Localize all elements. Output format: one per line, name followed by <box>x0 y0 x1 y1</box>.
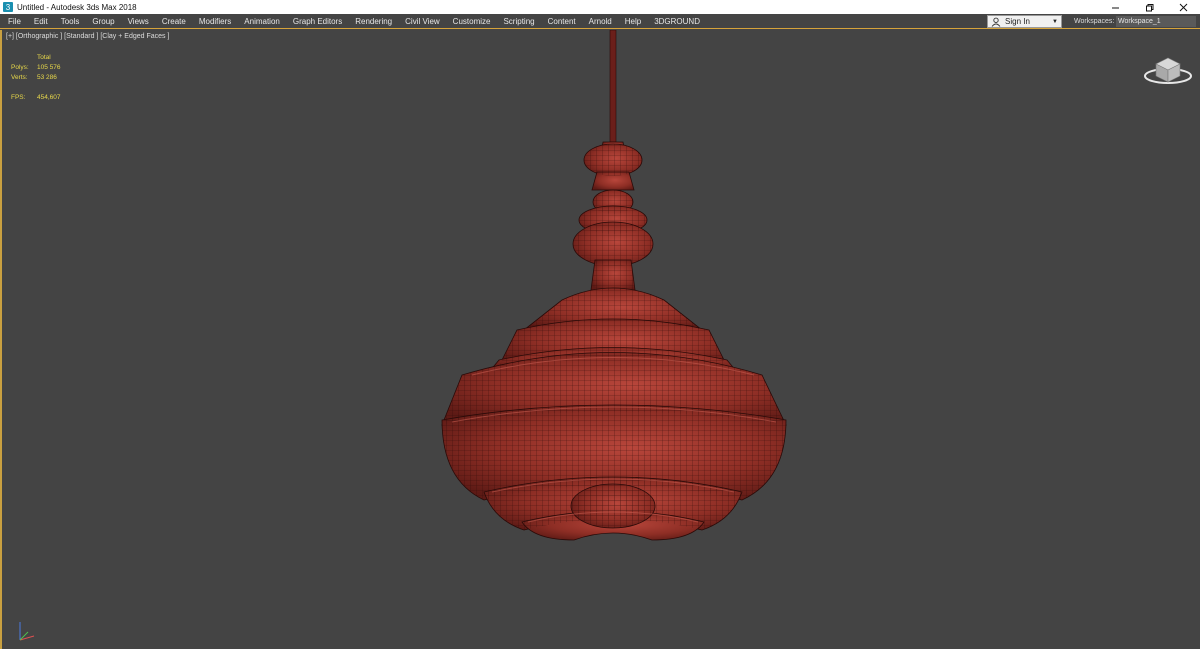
polys-label: Polys: <box>11 64 29 71</box>
viewport-label[interactable]: [+] [Orthographic ] [Standard ] [Clay + … <box>6 33 169 40</box>
minimize-icon <box>1111 7 1119 8</box>
menu-animation[interactable]: Animation <box>238 14 287 29</box>
menu-arnold[interactable]: Arnold <box>582 14 618 29</box>
polys-value: 105 576 <box>37 64 61 71</box>
title-bar: 3 Untitled - Autodesk 3ds Max 2018 <box>0 0 1200 14</box>
restore-icon <box>1145 3 1153 11</box>
menu-help[interactable]: Help <box>618 14 647 29</box>
close-button[interactable] <box>1166 0 1200 14</box>
viewcube-icon[interactable] <box>1142 50 1194 88</box>
menu-tools[interactable]: Tools <box>54 14 86 29</box>
window-title: Untitled - Autodesk 3ds Max 2018 <box>17 2 137 12</box>
menu-3dground[interactable]: 3DGROUND <box>648 14 707 29</box>
menu-graph-editors[interactable]: Graph Editors <box>286 14 348 29</box>
workspaces-select[interactable]: Workspace_1 <box>1116 16 1196 27</box>
menu-views[interactable]: Views <box>121 14 155 29</box>
menu-bar: File Edit Tools Group Views Create Modif… <box>0 14 1200 29</box>
verts-label: Verts: <box>11 74 28 81</box>
minimize-button[interactable] <box>1098 0 1132 14</box>
chevron-down-icon: ▼ <box>1052 18 1058 25</box>
axis-tripod-icon <box>19 622 35 641</box>
pendant-lamp-model[interactable] <box>2 30 1200 649</box>
menu-file[interactable]: File <box>0 14 27 29</box>
restore-button[interactable] <box>1132 0 1166 14</box>
fps-value: 454,607 <box>37 94 61 101</box>
menu-scripting[interactable]: Scripting <box>497 14 541 29</box>
close-icon <box>1179 3 1187 11</box>
menu-customize[interactable]: Customize <box>446 14 497 29</box>
svg-text:3: 3 <box>6 3 11 12</box>
window-controls <box>1098 0 1200 14</box>
sign-in-dropdown[interactable]: Sign In ▼ <box>987 15 1062 28</box>
menu-civil-view[interactable]: Civil View <box>399 14 447 29</box>
menu-create[interactable]: Create <box>155 14 192 29</box>
sign-in-label: Sign In <box>1005 17 1030 26</box>
workspaces-label: Workspaces: <box>1074 18 1115 25</box>
viewport[interactable]: [+] [Orthographic ] [Standard ] [Clay + … <box>0 30 1200 649</box>
3dsmax-app-icon: 3 <box>3 2 13 12</box>
menu-content[interactable]: Content <box>541 14 582 29</box>
verts-value: 53 286 <box>37 74 57 81</box>
fps-label: FPS: <box>11 94 26 101</box>
stats-header: Total <box>37 54 51 61</box>
statistics-overlay: Total Polys: 105 576 Verts: 53 286 FPS: 454… <box>11 53 61 103</box>
menu-rendering[interactable]: Rendering <box>349 14 399 29</box>
menu-edit[interactable]: Edit <box>27 14 54 29</box>
menu-group[interactable]: Group <box>86 14 121 29</box>
menu-modifiers[interactable]: Modifiers <box>192 14 237 29</box>
user-icon <box>991 17 1001 27</box>
